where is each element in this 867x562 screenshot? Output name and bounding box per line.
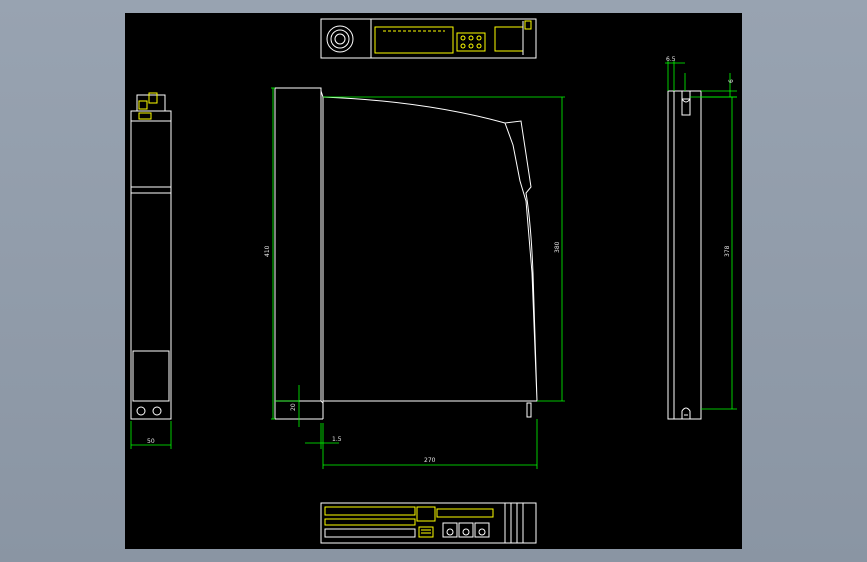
dim-base-height: 20 <box>290 403 297 411</box>
bottom-view <box>320 502 537 544</box>
dim-width: 50 <box>147 438 155 445</box>
dim-side-height: 378 <box>724 245 731 257</box>
dim-base-offset: 1.5 <box>332 436 342 443</box>
cad-viewport[interactable]: 50 410 380 20 1.5 270 6.5 6 378 <box>125 13 742 549</box>
top-view <box>320 18 537 59</box>
front-view <box>130 92 172 420</box>
dim-overall-height: 410 <box>264 245 271 257</box>
dim-body-height: 380 <box>554 241 561 253</box>
dim-side-offset: 6.5 <box>666 56 676 63</box>
side-profile <box>274 87 538 420</box>
dim-side-top-gap: 6 <box>728 79 735 83</box>
side-profile-dims <box>271 87 565 469</box>
dim-depth: 270 <box>424 457 436 464</box>
right-view <box>667 90 702 420</box>
